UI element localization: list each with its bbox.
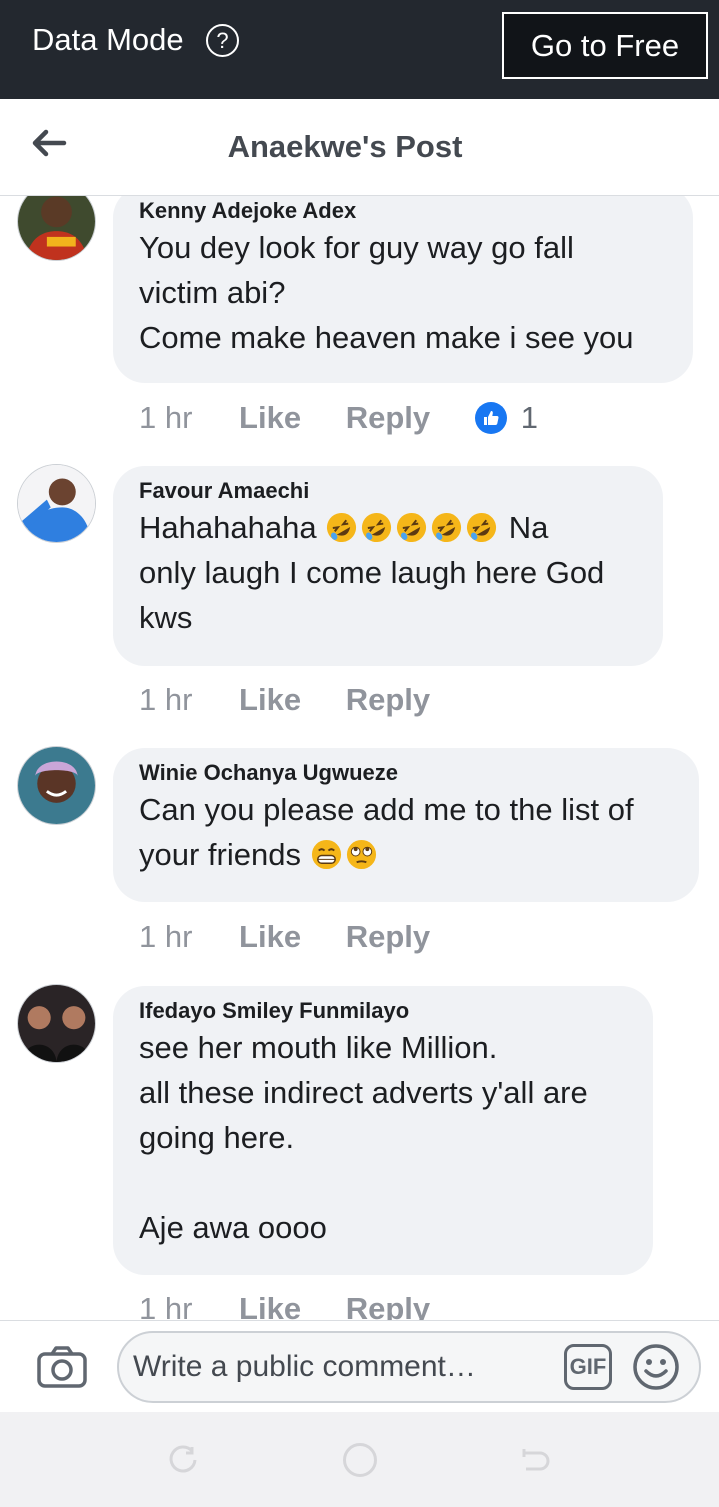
smiley-icon[interactable] xyxy=(632,1343,680,1391)
reaction-summary[interactable]: 1 xyxy=(474,398,538,438)
like-button[interactable]: Like xyxy=(239,1291,301,1320)
comment-time[interactable]: 1 hr xyxy=(139,682,192,717)
like-button[interactable]: Like xyxy=(239,682,301,717)
beaming-grin-emoji xyxy=(310,838,343,871)
home-icon[interactable] xyxy=(343,1443,377,1477)
comment-text: Can you please add me to the list of you… xyxy=(139,787,673,891)
comment-author[interactable]: Kenny Adejoke Adex xyxy=(139,196,667,225)
avatar[interactable] xyxy=(17,984,96,1063)
go-to-free-button[interactable]: Go to Free xyxy=(502,12,708,79)
camera-icon[interactable] xyxy=(36,1345,88,1389)
post-header: Anaekwe's Post xyxy=(0,99,719,196)
rolling-on-floor-laughing-emoji xyxy=(325,511,358,544)
eye-roll-emoji xyxy=(345,838,378,871)
comment-bubble: Kenny Adejoke Adex You dey look for guy … xyxy=(113,196,693,383)
avatar[interactable] xyxy=(17,464,96,543)
comment-text-start: Hahahahaha xyxy=(139,510,326,545)
comment-input[interactable] xyxy=(117,1331,701,1403)
reply-button[interactable]: Reply xyxy=(346,400,430,435)
gif-icon[interactable]: GIF xyxy=(564,1344,612,1390)
comment-actions: 1 hr Like Reply xyxy=(139,680,466,720)
comment-bubble: Winie Ochanya Ugwueze Can you please add… xyxy=(113,748,699,902)
comment-author[interactable]: Ifedayo Smiley Funmilayo xyxy=(139,986,627,1025)
reply-button[interactable]: Reply xyxy=(346,682,430,717)
data-mode-bar: Data Mode ? Go to Free xyxy=(0,0,719,99)
comment-author[interactable]: Favour Amaechi xyxy=(139,466,637,505)
comment-bubble: Ifedayo Smiley Funmilayo see her mouth l… xyxy=(113,986,653,1275)
comment-time[interactable]: 1 hr xyxy=(139,919,192,954)
avatar[interactable] xyxy=(17,746,96,825)
help-icon[interactable]: ? xyxy=(206,24,239,57)
comment-text: see her mouth like Million. all these in… xyxy=(139,1030,588,1245)
thumbs-up-icon xyxy=(474,402,507,434)
rolling-on-floor-laughing-emoji xyxy=(360,511,393,544)
reaction-count: 1 xyxy=(520,400,538,435)
back-icon[interactable] xyxy=(520,1445,550,1475)
rolling-on-floor-laughing-emoji xyxy=(395,511,428,544)
like-button[interactable]: Like xyxy=(239,400,301,435)
comment-actions: 1 hr Like Reply xyxy=(139,917,466,957)
comment-time[interactable]: 1 hr xyxy=(139,1291,192,1320)
recent-apps-icon[interactable] xyxy=(168,1445,198,1475)
reply-button[interactable]: Reply xyxy=(346,919,430,954)
comment-composer: GIF xyxy=(0,1320,719,1412)
comment-text: You dey look for guy way go fall victim … xyxy=(139,230,634,355)
comment-text: Hahahahaha Na only laugh I come laugh he… xyxy=(139,505,637,654)
comment-bubble: Favour Amaechi Hahahahaha Na only laugh … xyxy=(113,466,663,666)
like-button[interactable]: Like xyxy=(239,919,301,954)
comment-author[interactable]: Winie Ochanya Ugwueze xyxy=(139,748,673,787)
rolling-on-floor-laughing-emoji xyxy=(465,511,498,544)
data-mode-label: Data Mode xyxy=(32,22,184,57)
comment-actions: 1 hr Like Reply 1 xyxy=(139,398,538,438)
system-nav-bar xyxy=(0,1412,719,1507)
comment-text-start: Can you please add me to the list of you… xyxy=(139,792,634,872)
comments-list[interactable]: Kenny Adejoke Adex You dey look for guy … xyxy=(0,196,719,1320)
reply-button[interactable]: Reply xyxy=(346,1291,430,1320)
comment-time[interactable]: 1 hr xyxy=(139,400,192,435)
comment-actions: 1 hr Like Reply xyxy=(139,1289,466,1320)
avatar[interactable] xyxy=(17,196,96,261)
page-title: Anaekwe's Post xyxy=(227,129,463,164)
rolling-on-floor-laughing-emoji xyxy=(430,511,463,544)
